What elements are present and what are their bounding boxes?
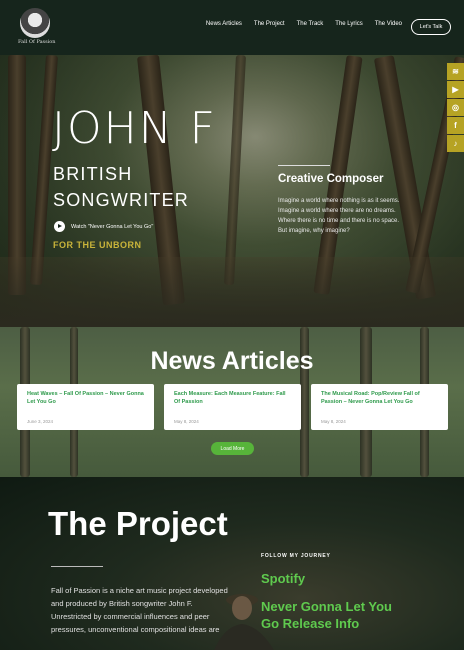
spotify-icon[interactable]: ≋ [447,63,464,80]
facebook-icon[interactable]: f [447,117,464,134]
nav-the-lyrics[interactable]: The Lyrics [335,21,362,27]
news-card-date: June 3, 2024 [27,419,54,424]
forest-ground [0,257,464,327]
news-card-title[interactable]: Heat Waves – Fall Of Passion – Never Gon… [27,390,144,406]
hero-subtitle: BRITISH SONGWRITER [53,161,213,213]
tree-trunk [223,55,247,286]
play-icon [54,221,65,232]
news-card-title[interactable]: Each Measure: Each Measure Feature: Fall… [174,390,291,406]
news-card[interactable]: Heat Waves – Fall Of Passion – Never Gon… [17,384,154,430]
watch-video-link[interactable]: Watch "Never Gonna Let You Go" [54,221,153,232]
site-header: Fall Of Passion News Articles The Projec… [0,0,464,55]
youtube-icon[interactable]: ▶ [447,81,464,98]
news-card-title[interactable]: The Musical Road: Pop/Review Fall of Pas… [321,390,438,406]
logo-text: Fall Of Passion [18,39,56,45]
composer-heading: Creative Composer [278,173,384,185]
hero-tagline: FOR THE UNBORN [53,240,142,250]
news-section: News Articles Heat Waves – Fall Of Passi… [0,327,464,477]
logo-portrait-icon [20,8,50,38]
spotify-link[interactable]: Spotify [261,571,305,586]
main-nav: News Articles The Project The Track The … [206,21,402,27]
hero-section: JOHN F BRITISH SONGWRITER Watch "Never G… [0,55,464,327]
watch-label: Watch "Never Gonna Let You Go" [71,223,154,230]
poem-line: Imagine a world where there are no dream… [278,208,396,214]
hero-subtitle-line2: SONGWRITER [53,190,189,210]
load-more-button[interactable]: Load More [211,442,254,455]
poem-line: But imagine, why imagine? [278,228,350,234]
project-section: The Project Fall of Passion is a niche a… [0,477,464,650]
poem-line: Where there is no time and there is no s… [278,218,400,224]
tiktok-icon[interactable]: ♪ [447,135,464,152]
follow-journey-label: FOLLOW MY JOURNEY [261,553,331,559]
nav-the-track[interactable]: The Track [297,21,324,27]
project-divider [51,566,103,567]
news-card-date: May 8, 2024 [321,419,346,424]
instagram-icon[interactable]: ◎ [447,99,464,116]
news-card[interactable]: The Musical Road: Pop/Review Fall of Pas… [311,384,448,430]
news-card-date: May 8, 2024 [174,419,199,424]
social-sidebar: ≋ ▶ ◎ f ♪ [447,63,464,153]
news-section-title: News Articles [150,347,314,375]
poem-line: Imagine a world where nothing is as it s… [278,198,400,204]
site-logo[interactable]: Fall Of Passion [18,8,56,48]
release-info-link[interactable]: Never Gonna Let You Go Release Info [261,598,411,632]
nav-news-articles[interactable]: News Articles [206,21,242,27]
nav-the-project[interactable]: The Project [254,21,285,27]
project-title: The Project [48,505,228,542]
composer-divider [278,165,330,166]
hero-subtitle-line1: BRITISH [53,164,133,184]
project-description: Fall of Passion is a niche art music pro… [51,586,228,634]
news-card[interactable]: Each Measure: Each Measure Feature: Fall… [164,384,301,430]
lets-talk-button[interactable]: Let's Talk [411,19,451,35]
hero-title: JOHN F [52,103,217,154]
nav-the-video[interactable]: The Video [375,21,402,27]
composer-poem: Imagine a world where nothing is as it s… [278,196,438,236]
